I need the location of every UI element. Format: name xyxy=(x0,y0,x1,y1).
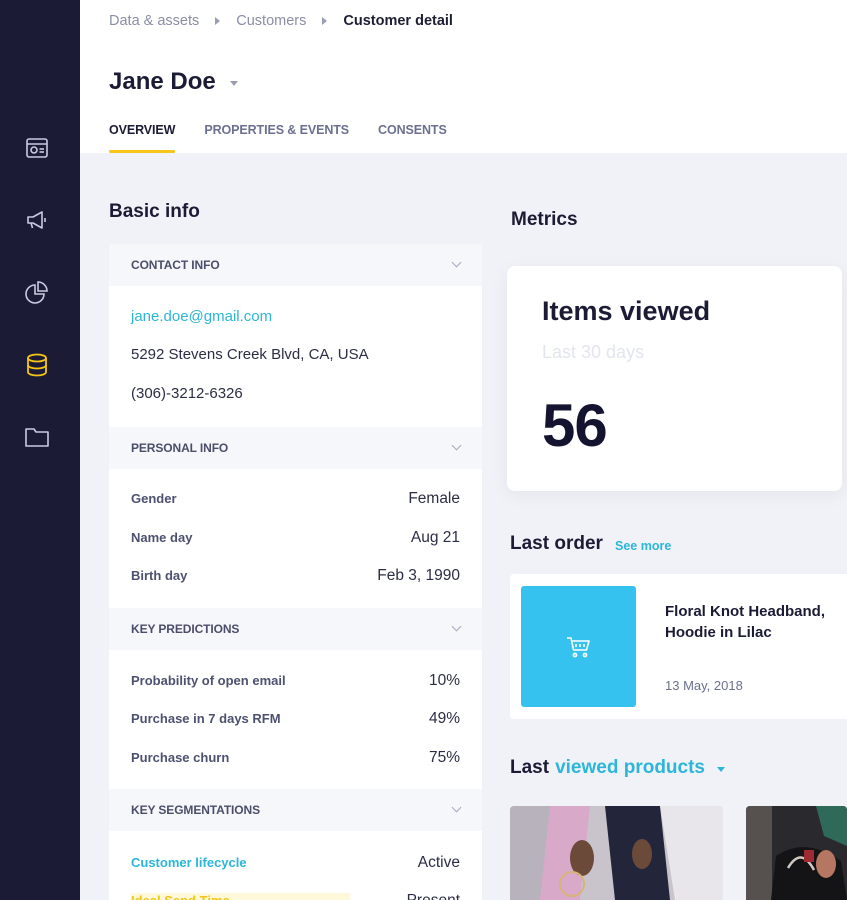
product-image[interactable] xyxy=(510,806,723,900)
row-label: Birth day xyxy=(131,568,188,583)
address-text: 5292 Stevens Creek Blvd, CA, USA xyxy=(131,346,369,363)
dashboard-icon[interactable] xyxy=(22,133,52,163)
order-date: 13 May, 2018 xyxy=(665,678,743,693)
last-viewed-title[interactable]: Last viewed products xyxy=(510,757,725,779)
title-prefix: Last xyxy=(510,757,550,778)
chevron-down-icon[interactable] xyxy=(451,257,462,268)
row-value: Present xyxy=(407,892,460,900)
last-order-title: Last order xyxy=(510,533,603,554)
chevron-down-icon[interactable] xyxy=(451,621,462,632)
row-label-link[interactable]: Customer lifecycle xyxy=(131,855,247,870)
row-value: Active xyxy=(417,854,460,871)
see-more-link[interactable]: See more xyxy=(615,539,671,553)
chevron-down-icon[interactable] xyxy=(229,81,238,86)
group-title: KEY SEGMENTATIONS xyxy=(131,803,260,817)
row-value: 10% xyxy=(428,672,460,689)
key-predictions-header[interactable]: KEY PREDICTIONS xyxy=(109,608,482,650)
info-row-customer-lifecycle: Customer lifecycle Active xyxy=(131,854,460,872)
info-row-open-email: Probability of open email 10% xyxy=(131,672,460,690)
row-value: 75% xyxy=(428,749,460,766)
product-name-line: Hoodie in Lilac xyxy=(665,624,772,641)
page-header: Data & assets Customers Customer detail … xyxy=(80,0,847,153)
phone-text: (306)-3212-6326 xyxy=(131,385,243,402)
product-photo xyxy=(510,806,723,900)
info-row-purchase-rfm: Purchase in 7 days RFM 49% xyxy=(131,710,460,728)
tab-consents[interactable]: CONSENTS xyxy=(378,123,447,153)
row-value: Aug 21 xyxy=(410,529,460,546)
group-title: KEY PREDICTIONS xyxy=(131,622,240,636)
basic-info-title: Basic info xyxy=(109,201,200,222)
database-icon[interactable] xyxy=(22,350,52,380)
breadcrumb: Data & assets Customers Customer detail xyxy=(109,13,453,29)
key-segmentations-header[interactable]: KEY SEGMENTATIONS xyxy=(109,789,482,831)
info-row-name-day: Name day Aug 21 xyxy=(131,529,460,547)
metric-value: 56 xyxy=(542,392,608,459)
folder-icon[interactable] xyxy=(22,422,52,452)
order-thumbnail xyxy=(521,586,636,707)
group-title: PERSONAL INFO xyxy=(131,441,229,455)
product-image[interactable] xyxy=(746,806,847,900)
metric-card-items-viewed[interactable]: Items viewed Last 30 days 56 xyxy=(507,266,842,491)
sidebar xyxy=(0,0,80,900)
shopping-cart-icon xyxy=(566,636,590,657)
product-name-line: Floral Knot Headband, xyxy=(665,603,826,620)
row-value: 49% xyxy=(428,710,460,727)
chevron-down-icon[interactable] xyxy=(451,440,462,451)
title-accent: viewed products xyxy=(555,757,705,778)
tab-overview[interactable]: OVERVIEW xyxy=(109,123,176,153)
breadcrumb-current: Customer detail xyxy=(343,13,453,29)
customer-name: Jane Doe xyxy=(109,68,216,95)
breadcrumb-link-customers[interactable]: Customers xyxy=(236,13,306,29)
product-photo xyxy=(746,806,847,900)
chevron-down-icon[interactable] xyxy=(451,802,462,813)
metric-period: Last 30 days xyxy=(542,342,645,362)
last-order-card[interactable]: Floral Knot Headband, Hoodie in Lilac 13… xyxy=(510,574,847,719)
basic-info-card: CONTACT INFO jane.doe@gmail.com 5292 Ste… xyxy=(109,244,482,900)
tab-properties-events[interactable]: PROPERTIES & EVENTS xyxy=(204,123,349,153)
row-label: Name day xyxy=(131,530,193,545)
contact-info-header[interactable]: CONTACT INFO xyxy=(109,244,482,286)
row-label: Purchase churn xyxy=(131,750,230,765)
row-label: Probability of open email xyxy=(131,673,286,688)
breadcrumb-link-data-assets[interactable]: Data & assets xyxy=(109,13,199,29)
row-label-link[interactable]: Ideal Send Time xyxy=(131,893,350,900)
row-label: Gender xyxy=(131,491,177,506)
pie-chart-icon[interactable] xyxy=(22,277,52,307)
info-row-birth-day: Birth day Feb 3, 1990 xyxy=(131,567,460,585)
info-row-gender: Gender Female xyxy=(131,490,460,508)
metrics-title: Metrics xyxy=(511,209,578,230)
info-row-purchase-churn: Purchase churn 75% xyxy=(131,749,460,767)
order-product-name: Floral Knot Headband, Hoodie in Lilac xyxy=(665,601,845,643)
metric-title: Items viewed xyxy=(542,296,711,326)
email-link[interactable]: jane.doe@gmail.com xyxy=(131,308,272,325)
breadcrumb-separator-icon xyxy=(322,17,328,25)
megaphone-icon[interactable] xyxy=(22,205,52,235)
chevron-down-icon[interactable] xyxy=(717,767,725,772)
personal-info-header[interactable]: PERSONAL INFO xyxy=(109,427,482,469)
breadcrumb-separator-icon xyxy=(215,17,221,25)
group-title: CONTACT INFO xyxy=(131,258,220,272)
tab-bar: OVERVIEW PROPERTIES & EVENTS CONSENTS xyxy=(109,123,476,153)
row-value: Female xyxy=(408,490,460,507)
row-value: Feb 3, 1990 xyxy=(377,567,460,584)
row-label: Purchase in 7 days RFM xyxy=(131,711,281,726)
info-row-ideal-send-time: Ideal Send Time Present xyxy=(131,892,460,900)
page-title[interactable]: Jane Doe xyxy=(109,68,238,96)
